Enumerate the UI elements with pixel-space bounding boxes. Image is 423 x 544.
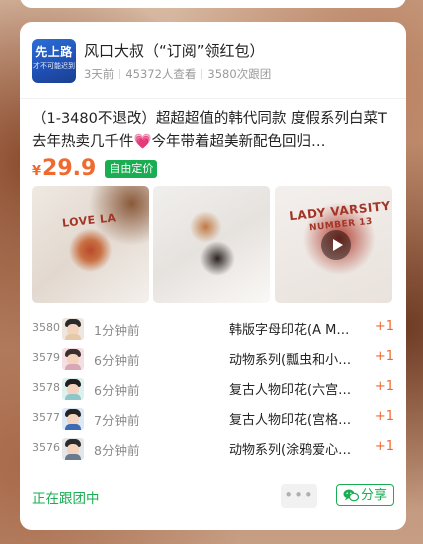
free-pricing-tag: 自由定价 [105,159,158,178]
product-description[interactable]: （1-3480不退改）超超超值的韩代同款 度假系列白菜T 去年热卖几千件💗今年带… [32,108,392,154]
currency-symbol: ¥ [32,164,42,179]
product-photo-1[interactable]: LOVE LA [32,186,149,303]
order-quantity: +1 [374,439,394,454]
order-item: 韩版字母印花(A M… [229,323,350,338]
order-time: 1分钟前 [94,323,140,338]
share-label: 分享 [361,488,388,503]
shirt-print-text: LOVE LA [61,211,118,230]
order-quantity: +1 [374,379,394,394]
follower-count: 3580次跟团 [207,67,272,81]
more-options-button[interactable]: ••• [281,484,317,508]
order-number: 3577 [32,411,60,424]
wechat-icon [343,489,359,502]
order-quantity: +1 [374,409,394,424]
order-number: 3578 [32,381,60,394]
buyer-avatar[interactable] [62,348,84,370]
order-row: 3579 6分钟前 动物系列(瓢虫和小… +1 [32,344,394,374]
previous-card-edge [20,0,406,8]
order-row: 3578 6分钟前 复古人物印花(六宫… +1 [32,374,394,404]
price: ¥29.9 [32,156,96,181]
buyer-avatar[interactable] [62,318,84,340]
order-quantity: +1 [374,319,394,334]
meta-divider [119,69,121,79]
header-divider [20,98,406,99]
meta-divider [201,69,203,79]
order-time: 6分钟前 [94,383,140,398]
group-buy-card[interactable]: 先上路 才不可能迟到 风口大叔（“订阅”领红包） 3天前 45372人查看 3580… [20,22,406,530]
order-item: 动物系列(瓢虫和小… [229,353,352,368]
product-photo-3[interactable]: LADY VARSITY NUMBER 13 [275,186,392,303]
following-status: 正在跟团中 [32,491,100,507]
order-row: 3577 7分钟前 复古人物印花(宫格… +1 [32,404,394,434]
order-list: 3580 1分钟前 韩版字母印花(A M… +1 3579 6分钟前 动物系列(… [32,314,394,464]
view-count: 45372人查看 [125,67,197,81]
card-header: 先上路 才不可能迟到 风口大叔（“订阅”领红包） 3天前 45372人查看 3580… [32,37,394,89]
order-number: 3580 [32,321,60,334]
share-button[interactable]: 分享 [336,484,394,506]
order-row: 3576 8分钟前 动物系列(涂鸦爱心… +1 [32,434,394,464]
order-time: 6分钟前 [94,353,140,368]
order-time: 8分钟前 [94,443,140,458]
avatar-body [65,364,81,370]
buyer-avatar[interactable] [62,438,84,460]
buyer-avatar[interactable] [62,408,84,430]
avatar-body [65,334,81,340]
product-photo-2[interactable] [153,186,270,303]
order-quantity: +1 [374,349,394,364]
order-item: 复古人物印花(宫格… [229,413,352,428]
order-row: 3580 1分钟前 韩版字母印花(A M… +1 [32,314,394,344]
order-item: 动物系列(涂鸦爱心… [229,443,352,458]
avatar-text: 先上路 [35,45,73,59]
posted-time: 3天前 [84,67,115,81]
avatar-body [65,424,81,430]
avatar-body [65,454,81,460]
order-item: 复古人物印花(六宫… [229,383,352,398]
avatar-body [65,394,81,400]
card-footer: 正在跟团中 ••• 分享 [32,480,394,510]
order-number: 3579 [32,351,60,364]
photo-gallery: LOVE LA LADY VARSITY NUMBER 13 [32,186,392,303]
play-video-icon[interactable] [321,230,351,260]
order-number: 3576 [32,441,60,454]
price-row: ¥29.9 自由定价 [32,156,158,184]
buyer-avatar[interactable] [62,378,84,400]
order-time: 7分钟前 [94,413,140,428]
group-title[interactable]: 风口大叔（“订阅”领红包） [84,40,265,61]
price-value: 29.9 [42,156,97,181]
group-meta: 3天前 45372人查看 3580次跟团 [84,66,271,82]
group-avatar[interactable]: 先上路 才不可能迟到 [32,39,76,83]
avatar-subtext: 才不可能迟到 [33,62,75,70]
